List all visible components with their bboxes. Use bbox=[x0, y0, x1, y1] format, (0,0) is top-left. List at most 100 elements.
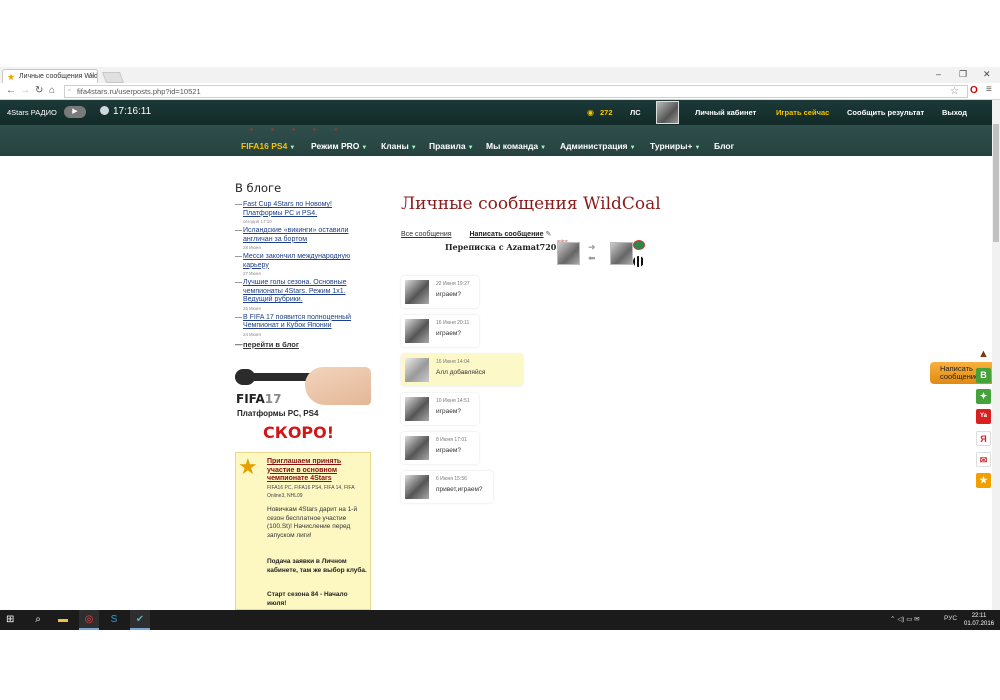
blog-post-link[interactable]: Месси закончил международную карьеру bbox=[243, 253, 370, 270]
nav-item-pro[interactable]: Режим PRO ▼ bbox=[311, 141, 367, 151]
tray-icons[interactable]: ⌃ ◁) ▭ ✉ bbox=[890, 615, 920, 623]
user-avatar[interactable] bbox=[656, 101, 679, 124]
fifa17-promo-banner[interactable]: FIFA17 Платформы PC, PS4 СКОРО! bbox=[235, 367, 371, 443]
blog-more-link[interactable]: — перейти в блог bbox=[235, 340, 370, 349]
youtube-icon[interactable]: Ya bbox=[976, 409, 991, 424]
twitter-icon[interactable]: ✦ bbox=[976, 389, 991, 404]
all-messages-link[interactable]: Все сообщения bbox=[401, 231, 452, 238]
hand-image bbox=[305, 367, 371, 405]
own-avatar[interactable] bbox=[610, 242, 633, 265]
nav-item-admin[interactable]: Администрация ▼ bbox=[560, 141, 636, 151]
browser-tab[interactable]: ★ Личные сообщения Wild × bbox=[2, 69, 98, 83]
browser-tabbar: ★ Личные сообщения Wild × bbox=[0, 67, 1000, 83]
blog-post-link[interactable]: Fast Cup 4Stars по Новому! Платформы PC … bbox=[243, 201, 370, 218]
skype-icon[interactable]: S bbox=[104, 610, 124, 630]
private-messages-link[interactable]: ЛС bbox=[630, 108, 641, 117]
sender-avatar[interactable] bbox=[405, 358, 429, 382]
nav-item-tournaments[interactable]: Турниры+ ▼ bbox=[650, 141, 700, 151]
invite-platforms: FIFA16 PC, FIFA16 PS4, FIFA 14, FIFA Onl… bbox=[267, 485, 355, 499]
star-favicon-icon: ★ bbox=[7, 72, 16, 82]
interlocutor-avatar[interactable] bbox=[557, 242, 580, 265]
message-date: 10 Июня 14:51 bbox=[436, 398, 470, 404]
taskbar-time: 22:11 bbox=[971, 613, 987, 619]
sender-avatar[interactable] bbox=[405, 319, 429, 343]
blog-post-date: 28 Июня bbox=[243, 245, 261, 250]
blog-list: — Fast Cup 4Stars по Новому! Платформы P… bbox=[235, 201, 370, 349]
page-scrollbar[interactable] bbox=[992, 100, 1000, 610]
forward-icon[interactable]: → bbox=[20, 85, 30, 96]
blog-post-date: 27 Июня bbox=[243, 271, 261, 276]
write-message-link[interactable]: Написать сообщение bbox=[469, 231, 543, 238]
nav-item-rules[interactable]: Правила ▼ bbox=[429, 141, 474, 151]
blog-post-link[interactable]: В FIFA 17 появится полноценный Чемпионат… bbox=[243, 314, 370, 331]
new-tab-button[interactable] bbox=[101, 72, 125, 83]
windows-start-icon[interactable]: ⊞ bbox=[6, 614, 14, 625]
message-date: 6 Июня 15:56 bbox=[436, 476, 467, 482]
page-title: Личные сообщения WildCoal bbox=[401, 194, 661, 214]
report-result-link[interactable]: Сообщить результат bbox=[847, 108, 924, 117]
opera-icon[interactable]: O bbox=[970, 85, 978, 96]
scrollbar-thumb[interactable] bbox=[993, 124, 999, 242]
message-item: 16 Июня 20:11 играем? bbox=[401, 315, 479, 347]
message-text: играем? bbox=[436, 408, 461, 415]
explorer-icon[interactable]: ▬ bbox=[53, 610, 73, 630]
sender-avatar[interactable] bbox=[405, 475, 429, 499]
taskbar-clock[interactable]: 22:11 01.07.2016 bbox=[964, 612, 994, 628]
browser-menu-icon[interactable]: ≡ bbox=[986, 84, 992, 95]
message-date: 16 Июня 14:04 bbox=[436, 359, 470, 365]
blog-post-link[interactable]: Исландские «викинги» оставили англичан з… bbox=[243, 227, 370, 244]
promo-platforms: Платформы PC, PS4 bbox=[237, 409, 319, 418]
tab-close-icon[interactable]: × bbox=[89, 72, 94, 81]
sender-avatar[interactable] bbox=[405, 280, 429, 304]
url-text: fifa4stars.ru/userposts.php?id=10521 bbox=[77, 87, 201, 96]
reload-icon[interactable]: ↻ bbox=[35, 85, 43, 96]
radio-play-icon[interactable]: ▶ bbox=[64, 106, 86, 118]
nav-item-blog[interactable]: Блог bbox=[714, 141, 734, 151]
list-item: — Месси закончил международную карьеру 2… bbox=[235, 253, 370, 276]
play-now-link[interactable]: Играть сейчас bbox=[776, 108, 829, 117]
cabinet-link[interactable]: Личный кабинет bbox=[695, 108, 756, 117]
language-indicator[interactable]: РУС bbox=[944, 615, 957, 622]
steam-icon[interactable]: ✔ bbox=[130, 610, 150, 630]
list-item: — В FIFA 17 появится полноценный Чемпион… bbox=[235, 314, 370, 337]
blog-post-link[interactable]: Лучшие голы сезона. Основные чемпионаты … bbox=[243, 279, 370, 305]
correspondence-label: Переписка с Azamat720 bbox=[445, 242, 557, 252]
url-input[interactable]: ▫ fifa4stars.ru/userposts.php?id=10521 ☆ bbox=[64, 85, 968, 98]
mail-icon[interactable]: ✉ bbox=[976, 452, 991, 467]
blog-post-date: 25 Июня bbox=[243, 305, 261, 311]
logout-link[interactable]: Выход bbox=[942, 108, 967, 117]
invite-apply-text: Подача заявки в Личном кабинете, там же … bbox=[267, 558, 367, 574]
screen: ★ Личные сообщения Wild × – ❐ ✕ ← → ↻ ⌂ … bbox=[0, 0, 1000, 700]
radio-label[interactable]: 4Stars РАДИО bbox=[7, 108, 57, 117]
sender-avatar[interactable] bbox=[405, 436, 429, 460]
pencil-icon: ✎ bbox=[545, 231, 552, 238]
nav-item-fifa16[interactable]: FIFA16 PS4 ▼ bbox=[241, 141, 295, 151]
nav-item-team[interactable]: Мы команда ▼ bbox=[486, 141, 546, 151]
bookmark-star-icon[interactable]: ☆ bbox=[950, 86, 959, 97]
chrome-icon[interactable]: ◎ bbox=[79, 610, 99, 630]
back-icon[interactable]: ← bbox=[6, 85, 16, 96]
blog-title: В блоге bbox=[235, 181, 282, 195]
invite-box: ★ Приглашаем принять участие в основном … bbox=[235, 452, 371, 610]
message-item: 22 Июня 19:27 играем? bbox=[401, 276, 479, 308]
message-item: 6 Июня 15:56 привет,играем? bbox=[401, 471, 493, 503]
sender-avatar[interactable] bbox=[405, 397, 429, 421]
message-date: 22 Июня 19:27 bbox=[436, 281, 470, 287]
vk-icon[interactable]: В bbox=[976, 368, 991, 383]
message-text: играем? bbox=[436, 291, 461, 298]
coins-value[interactable]: 272 bbox=[600, 108, 613, 117]
restore-icon[interactable]: ❐ bbox=[959, 69, 967, 80]
header-decoration: ▪ ▪ ▪ ▪ ▪ bbox=[250, 125, 346, 134]
clock-time: 17:16:11 bbox=[113, 106, 152, 117]
star-icon[interactable]: ★ bbox=[976, 473, 991, 488]
search-icon[interactable]: ⌕ bbox=[28, 610, 48, 630]
list-item: — Fast Cup 4Stars по Новому! Платформы P… bbox=[235, 201, 370, 224]
hat-icon[interactable]: ▲ bbox=[976, 347, 991, 362]
message-item: 16 Июня 14:04 Алл добавляйся bbox=[401, 354, 523, 386]
yandex-icon[interactable]: Я bbox=[976, 431, 991, 446]
home-icon[interactable]: ⌂ bbox=[49, 85, 55, 96]
close-window-icon[interactable]: ✕ bbox=[983, 69, 991, 80]
minimize-icon[interactable]: – bbox=[936, 69, 941, 79]
nav-item-clans[interactable]: Кланы ▼ bbox=[381, 141, 417, 151]
invite-headline[interactable]: Приглашаем принять участие в основном че… bbox=[267, 458, 367, 484]
